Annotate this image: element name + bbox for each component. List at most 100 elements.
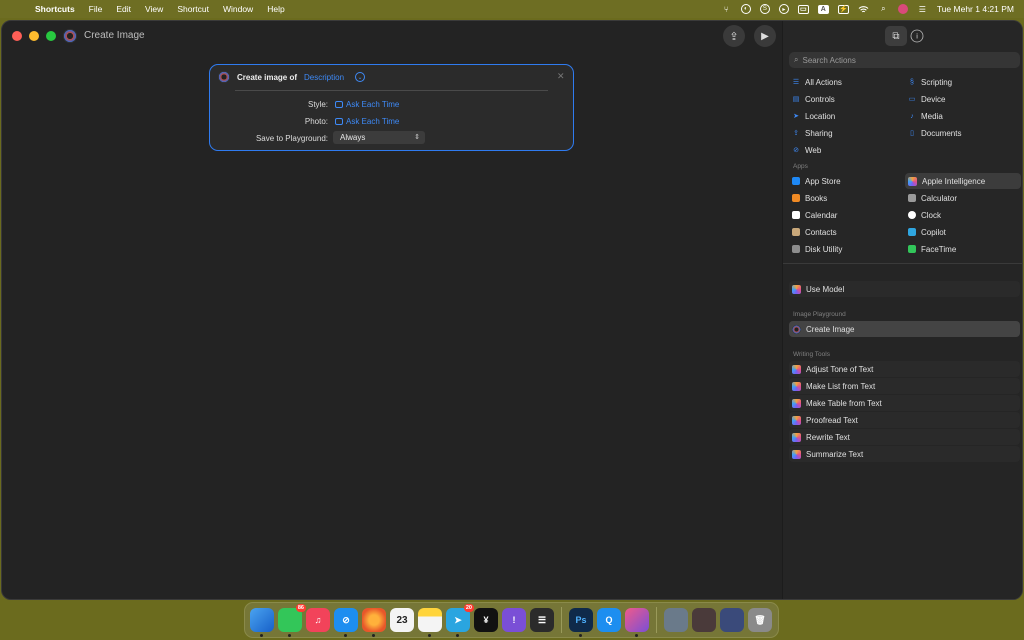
style-value[interactable]: Ask Each Time <box>335 100 399 109</box>
dock-window-thumbnail-icon[interactable] <box>720 608 744 632</box>
app-store-icon <box>792 177 800 185</box>
action-summarize[interactable]: Summarize Text <box>789 446 1020 462</box>
battery-icon[interactable]: ⚡ <box>837 4 849 14</box>
info-icon: i <box>916 32 918 40</box>
device-icon: ▭ <box>908 96 916 103</box>
run-button[interactable]: ▶ <box>754 25 776 47</box>
category-device[interactable]: ▭ Device <box>905 91 1021 107</box>
app-facetime[interactable]: FaceTime <box>905 241 1021 257</box>
dock-calendar-icon[interactable]: 23 <box>390 608 414 632</box>
running-indicator <box>635 634 638 637</box>
app-disk-utility[interactable]: Disk Utility <box>789 241 905 257</box>
app-calendar[interactable]: Calendar <box>789 207 905 223</box>
control-center-icon[interactable]: ☰ <box>917 4 928 14</box>
minimize-window-button[interactable] <box>29 31 39 41</box>
app-copilot[interactable]: Copilot <box>905 224 1021 240</box>
category-media[interactable]: ♪ Media <box>905 108 1021 124</box>
zoom-window-button[interactable] <box>46 31 56 41</box>
library-button[interactable]: ⧉ <box>885 26 907 46</box>
shortcut-editor-window: Create Image ⇪ ▶ Create image of Descrip… <box>1 20 1023 600</box>
running-indicator <box>372 634 375 637</box>
screen-icon[interactable]: ▭ <box>797 4 809 14</box>
siri-icon[interactable] <box>897 4 908 14</box>
dock-finder-icon[interactable] <box>250 608 274 637</box>
action-adjust-tone[interactable]: Adjust Tone of Text <box>789 361 1020 377</box>
location-icon: ➤ <box>793 113 799 120</box>
action-create-image[interactable]: Create Image <box>789 321 1020 337</box>
dock-notes-icon[interactable] <box>418 608 442 637</box>
close-window-button[interactable] <box>12 31 22 41</box>
dock-app-icon[interactable]: ¥ <box>474 608 498 632</box>
input-source-icon[interactable]: A <box>817 4 829 14</box>
create-image-action-card[interactable]: Create image of Description ⌄ ✕ Style: A… <box>209 64 574 151</box>
category-location[interactable]: ➤ Location <box>789 108 905 124</box>
app-books[interactable]: Books <box>789 190 905 206</box>
dock-trash-icon[interactable]: 🗑 <box>748 608 772 632</box>
vpn-icon[interactable]: ◐ <box>740 4 751 14</box>
expand-chevron-icon[interactable]: ⌄ <box>355 72 365 82</box>
action-title: Create image of <box>237 73 298 82</box>
save-to-playground-select[interactable]: Always ⇕ <box>333 131 425 144</box>
menu-shortcuts[interactable]: Shortcuts <box>28 4 82 14</box>
app-apple-intelligence[interactable]: Apple Intelligence <box>905 173 1021 189</box>
shazam-icon[interactable]: S <box>759 4 770 14</box>
category-sharing[interactable]: ⇪ Sharing <box>789 125 905 141</box>
writing-tools-icon <box>792 432 801 442</box>
image-playground-icon <box>218 71 230 83</box>
calculator-icon <box>908 194 916 202</box>
menu-help[interactable]: Help <box>260 4 291 14</box>
dock-reminders-icon[interactable]: ☰ <box>530 608 554 632</box>
wifi-icon[interactable] <box>858 4 869 14</box>
search-input[interactable] <box>802 55 1003 65</box>
dock-feedback-icon[interactable]: ! <box>502 608 526 632</box>
category-controls[interactable]: ▤ Controls <box>789 91 905 107</box>
dock-music-icon[interactable]: ♫ <box>306 608 330 632</box>
dock-firefox-icon[interactable] <box>362 608 386 637</box>
window-title[interactable]: Create Image <box>84 30 145 41</box>
dock-downloads-stack-icon[interactable] <box>664 608 688 632</box>
category-all-actions[interactable]: ☰ All Actions <box>789 74 905 90</box>
dock-telegram-icon[interactable]: ➤ 20 <box>446 604 474 637</box>
dock: 86 ♫ ⊘ 23 ➤ 20 ¥ ! ☰ Ps Q 🗑 <box>244 602 779 638</box>
menu-shortcut[interactable]: Shortcut <box>170 4 216 14</box>
spotlight-search-icon[interactable]: ⌕ <box>878 4 889 14</box>
menu-view[interactable]: View <box>138 4 170 14</box>
dock-photoshop-icon[interactable]: Ps <box>569 608 593 637</box>
app-clock[interactable]: Clock <box>905 207 1021 223</box>
menubar-clock[interactable]: Tue Mehr 1 4:21 PM <box>937 4 1014 14</box>
running-indicator <box>428 634 431 637</box>
action-make-list[interactable]: Make List from Text <box>789 378 1020 394</box>
dock-quicktime-icon[interactable]: Q <box>597 608 621 632</box>
app-app-store[interactable]: App Store <box>789 173 905 189</box>
dock-safari-icon[interactable]: ⊘ <box>334 608 358 637</box>
document-icon: ▯ <box>910 130 914 137</box>
action-proofread[interactable]: Proofread Text <box>789 412 1020 428</box>
category-documents[interactable]: ▯ Documents <box>905 125 1021 141</box>
category-web[interactable]: ⊘ Web <box>789 142 905 158</box>
contacts-icon <box>792 228 800 236</box>
apps-grid: App Store Apple Intelligence Books Calcu… <box>789 173 1021 257</box>
app-contacts[interactable]: Contacts <box>789 224 905 240</box>
dock-shortcuts-icon[interactable] <box>625 608 649 637</box>
remove-action-close-icon[interactable]: ✕ <box>557 71 565 82</box>
menu-edit[interactable]: Edit <box>109 4 138 14</box>
dock-messages-icon[interactable]: 86 <box>278 604 306 637</box>
usb-icon[interactable]: ⑂ <box>721 4 732 14</box>
description-parameter[interactable]: Description <box>304 73 344 82</box>
photo-value[interactable]: Ask Each Time <box>335 117 399 126</box>
action-rewrite[interactable]: Rewrite Text <box>789 429 1020 445</box>
image-playground-icon <box>792 324 801 334</box>
play-icon[interactable]: ▸ <box>778 4 789 14</box>
running-indicator <box>456 634 459 637</box>
category-grid: ☰ All Actions § Scripting ▤ Controls ▭ Devic… <box>789 74 1021 158</box>
menu-window[interactable]: Window <box>216 4 260 14</box>
share-button[interactable]: ⇪ <box>723 25 745 47</box>
action-make-table[interactable]: Make Table from Text <box>789 395 1020 411</box>
app-calculator[interactable]: Calculator <box>905 190 1021 206</box>
info-button[interactable]: i <box>910 29 924 43</box>
menu-file[interactable]: File <box>82 4 110 14</box>
category-scripting[interactable]: § Scripting <box>905 74 1021 90</box>
search-actions-field[interactable]: ⌕ <box>789 52 1020 68</box>
action-use-model[interactable]: Use Model <box>789 281 1020 297</box>
dock-window-thumbnail-icon[interactable] <box>692 608 716 632</box>
